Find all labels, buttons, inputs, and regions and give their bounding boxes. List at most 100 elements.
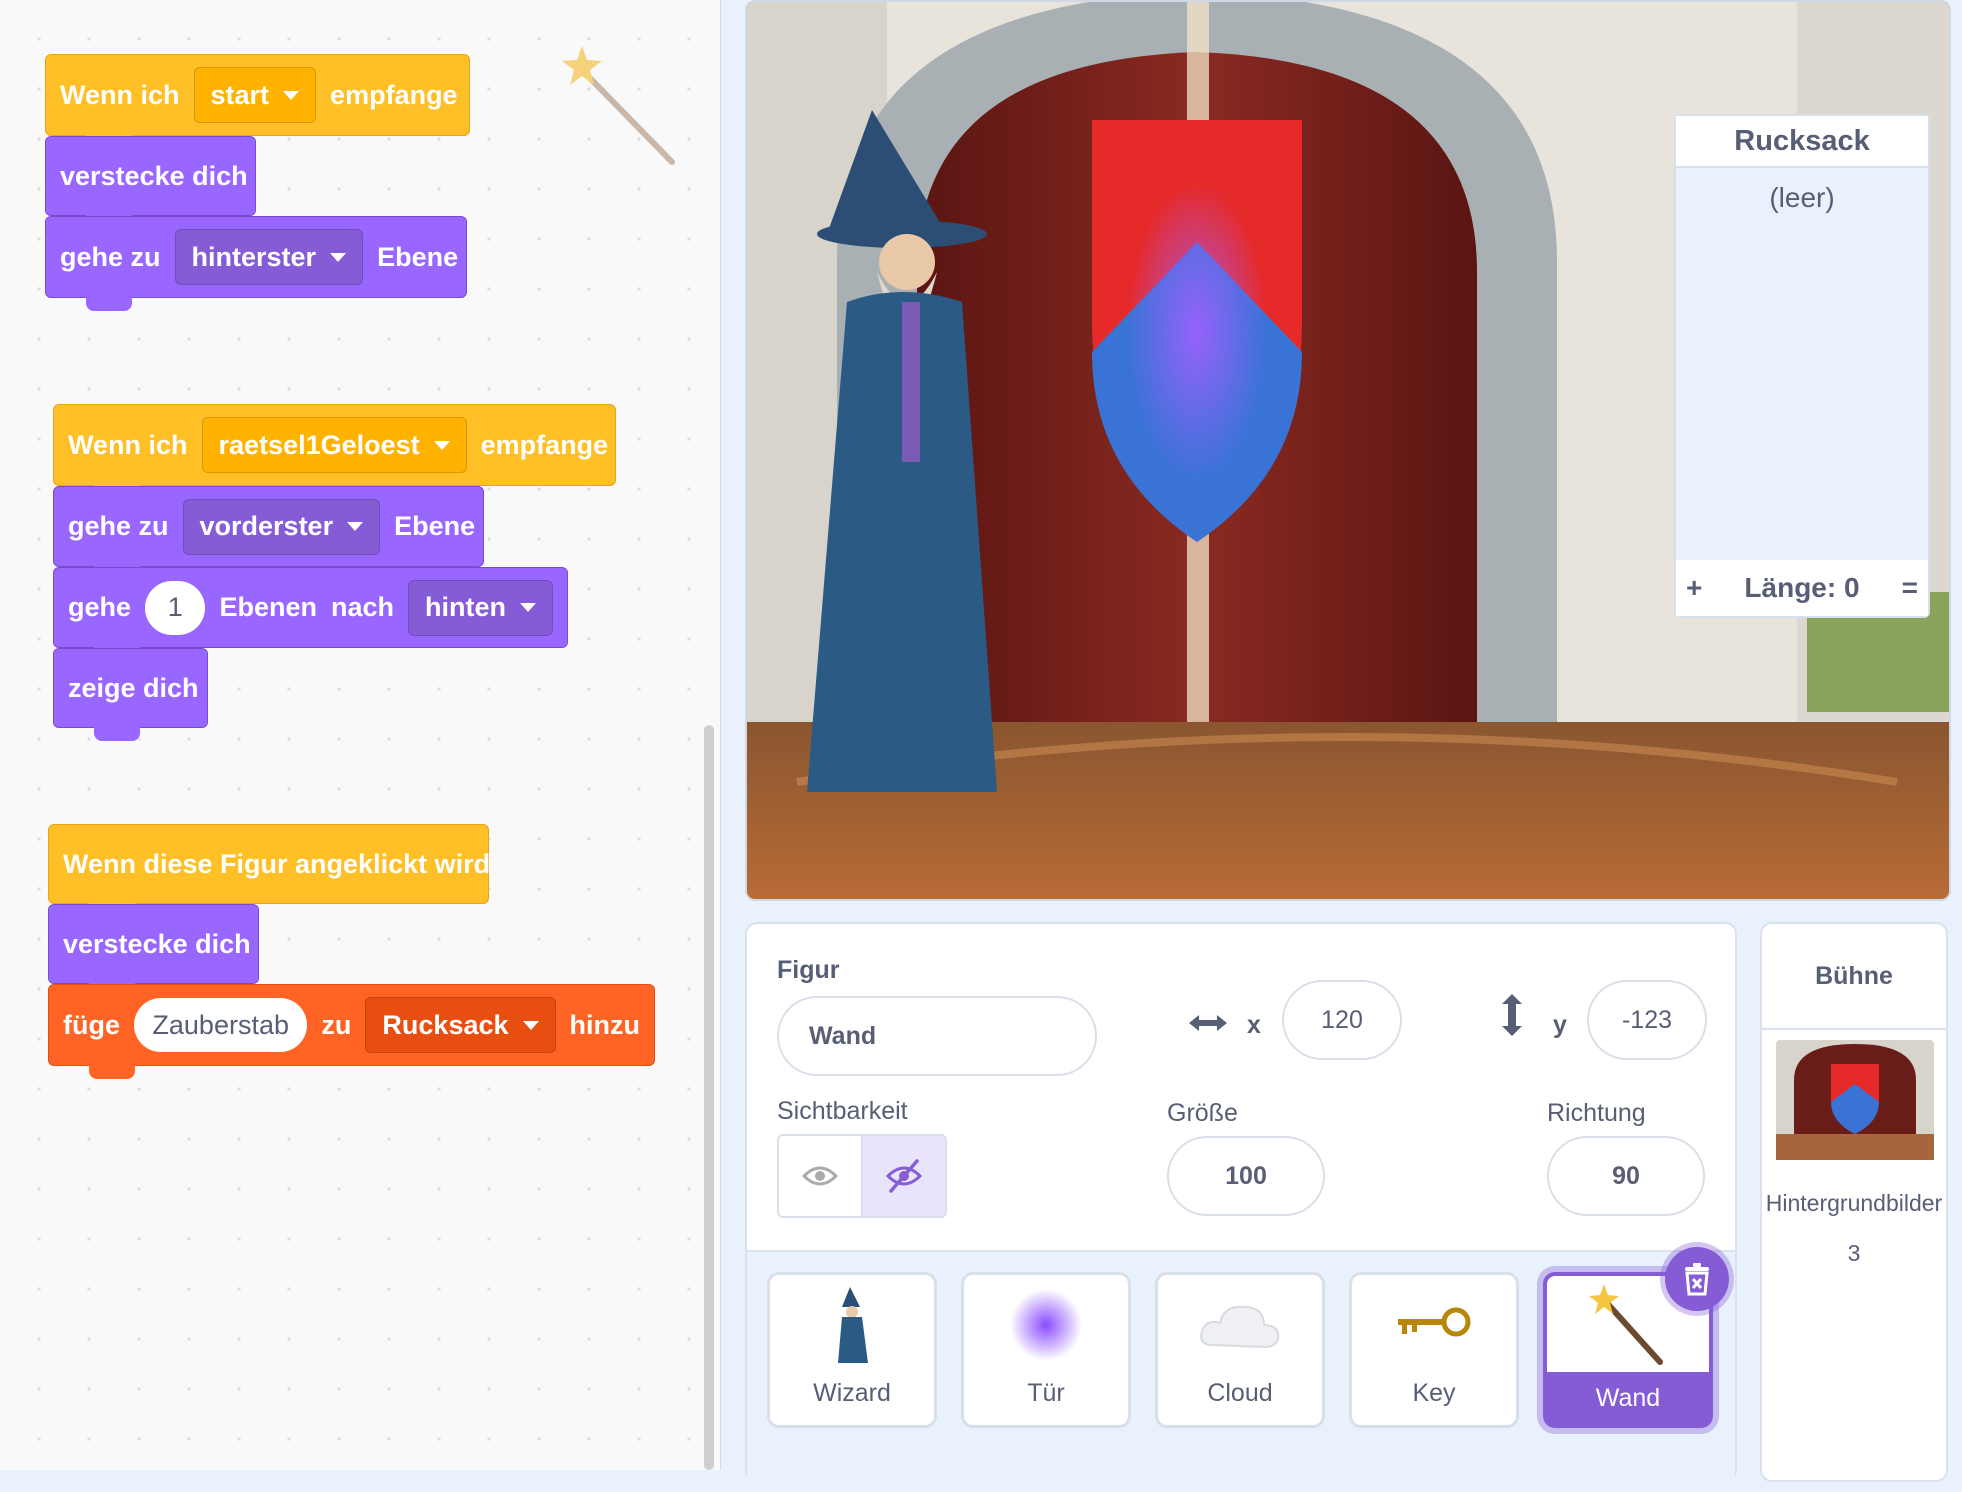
x-value: 120 bbox=[1321, 1005, 1363, 1034]
y-input[interactable]: -123 bbox=[1587, 980, 1707, 1060]
go-to-layer-block[interactable]: gehe zu vorderster Ebene bbox=[53, 486, 484, 580]
block-text: verstecke dich bbox=[60, 160, 248, 191]
glow-icon bbox=[1010, 1289, 1082, 1361]
code-scrollbar[interactable] bbox=[704, 725, 714, 1470]
x-label: x bbox=[1247, 1011, 1261, 1039]
sprite-label: Figur bbox=[777, 956, 840, 984]
block-text: Ebene bbox=[394, 511, 476, 541]
delete-sprite-button[interactable] bbox=[1665, 1247, 1729, 1311]
stage-selector[interactable]: Bühne Hintergrundbilder 3 bbox=[1760, 922, 1948, 1482]
eye-icon bbox=[802, 1166, 838, 1186]
stage-title: Bühne bbox=[1762, 924, 1946, 1030]
block-text: Ebenen bbox=[219, 592, 317, 622]
go-to-layer-block[interactable]: gehe zu hinterster Ebene bbox=[45, 216, 467, 311]
resize-handle[interactable]: = bbox=[1902, 572, 1918, 604]
block-text: zu bbox=[321, 1009, 352, 1040]
size-value: 100 bbox=[1225, 1161, 1267, 1190]
sprite-tile-tuer[interactable]: Tür bbox=[961, 1272, 1131, 1428]
block-text: verstecke dich bbox=[63, 928, 251, 959]
sprite-tile-wizard[interactable]: Wizard bbox=[767, 1272, 937, 1428]
block-text: empfange bbox=[330, 79, 458, 110]
chevron-down-icon bbox=[433, 440, 450, 450]
direction-input[interactable]: 90 bbox=[1547, 1136, 1705, 1216]
dropdown-value: hinterster bbox=[191, 241, 317, 272]
direction-label: Richtung bbox=[1547, 1099, 1646, 1127]
block-text: gehe zu bbox=[68, 511, 169, 541]
sprite-name-input[interactable]: Wand bbox=[777, 996, 1097, 1076]
list-dropdown[interactable]: Rucksack bbox=[365, 997, 556, 1053]
message-dropdown[interactable]: start bbox=[193, 67, 317, 123]
sprite-info-pane: Figur Wand x 120 y -123 Sichtbarkeit Grö… bbox=[745, 922, 1737, 1492]
backdrop-thumbnail bbox=[1776, 1040, 1934, 1160]
sprite-wand-icon bbox=[562, 46, 675, 165]
show-sprite-button[interactable] bbox=[779, 1136, 861, 1216]
message-dropdown[interactable]: raetsel1Geloest bbox=[201, 417, 467, 473]
y-label: y bbox=[1553, 1011, 1567, 1039]
size-input[interactable]: 100 bbox=[1167, 1136, 1325, 1216]
sprite-list: Wizard Tür Cloud Key Wand bbox=[747, 1250, 1735, 1492]
hide-sprite-button[interactable] bbox=[861, 1136, 945, 1216]
sprite-tile-label: Wizard bbox=[813, 1379, 891, 1407]
cloud-icon bbox=[1200, 1305, 1280, 1349]
list-footer: + Länge: 0 = bbox=[1676, 560, 1928, 616]
block-text: Wenn ich bbox=[68, 429, 188, 460]
direction-value: 90 bbox=[1612, 1161, 1640, 1190]
key-icon bbox=[1398, 1307, 1471, 1337]
item-text-input[interactable]: Zauberstab bbox=[134, 998, 308, 1052]
hide-block[interactable]: verstecke dich bbox=[48, 904, 259, 997]
show-block[interactable]: zeige dich bbox=[53, 648, 208, 741]
sprite-tile-label: Wand bbox=[1547, 1372, 1709, 1424]
sprite-tile-label: Cloud bbox=[1207, 1379, 1273, 1407]
visibility-toggle bbox=[777, 1134, 947, 1218]
block-text: Wenn diese Figur angeklickt wird bbox=[63, 848, 491, 879]
go-layers-block[interactable]: gehe 1 Ebenen nach hinten bbox=[53, 567, 568, 661]
dropdown-value: vorderster bbox=[199, 511, 334, 541]
chevron-down-icon bbox=[330, 252, 347, 262]
sprite-tile-cloud[interactable]: Cloud bbox=[1155, 1272, 1325, 1428]
block-text: hinzu bbox=[569, 1009, 640, 1040]
dropdown-value: hinten bbox=[425, 592, 506, 622]
layer-dropdown[interactable]: hinterster bbox=[174, 229, 364, 285]
backpack-empty-text: (leer) bbox=[1769, 182, 1835, 213]
size-label: Größe bbox=[1167, 1099, 1238, 1127]
horizontal-arrows-icon bbox=[1189, 1015, 1227, 1031]
when-i-receive-hat-block[interactable]: Wenn ich raetsel1Geloest empfange bbox=[53, 377, 616, 499]
backpack-panel: Rucksack (leer) + Länge: 0 = bbox=[1674, 114, 1930, 618]
add-to-list-block[interactable]: füge Zauberstab zu Rucksack hinzu bbox=[48, 984, 655, 1079]
add-item-button[interactable]: + bbox=[1686, 572, 1702, 604]
block-text: nach bbox=[330, 592, 394, 622]
sprite-tile-label: Tür bbox=[1027, 1379, 1065, 1407]
sprite-tile-label: Key bbox=[1412, 1379, 1456, 1407]
block-text: füge bbox=[63, 1009, 120, 1040]
dropdown-value: Rucksack bbox=[382, 1009, 509, 1040]
backdrops-label: Hintergrundbilder bbox=[1765, 1190, 1943, 1216]
layers-number-input[interactable]: 1 bbox=[145, 580, 206, 635]
visibility-label: Sichtbarkeit bbox=[777, 1097, 908, 1125]
code-area[interactable]: Wenn ich start empfange verstecke dich g… bbox=[0, 0, 721, 1470]
block-text: gehe zu bbox=[60, 241, 161, 272]
chevron-down-icon bbox=[522, 1020, 539, 1030]
direction-dropdown[interactable]: hinten bbox=[408, 579, 553, 636]
layer-dropdown[interactable]: vorderster bbox=[182, 498, 381, 555]
block-text: empfange bbox=[480, 429, 609, 460]
wand-icon bbox=[1589, 1284, 1663, 1365]
when-sprite-clicked-hat-block[interactable]: Wenn diese Figur angeklickt wird bbox=[48, 797, 491, 917]
block-text: zeige dich bbox=[68, 672, 199, 703]
vertical-arrows-icon bbox=[1502, 994, 1522, 1036]
backpack-title: Rucksack bbox=[1676, 116, 1928, 168]
y-value: -123 bbox=[1621, 1005, 1673, 1034]
eye-slash-icon bbox=[885, 1159, 923, 1193]
wizard-icon bbox=[838, 1287, 868, 1363]
chevron-down-icon bbox=[283, 90, 300, 100]
hide-block[interactable]: verstecke dich bbox=[45, 136, 256, 229]
chevron-down-icon bbox=[347, 522, 364, 531]
sprite-tile-key[interactable]: Key bbox=[1349, 1272, 1519, 1428]
backdrops-count: 3 bbox=[1847, 1240, 1861, 1266]
block-text: gehe bbox=[68, 592, 132, 622]
chevron-down-icon bbox=[520, 603, 536, 612]
list-length: Länge: 0 bbox=[1744, 572, 1860, 603]
when-i-receive-hat-block[interactable]: Wenn ich start empfange bbox=[45, 27, 470, 149]
trash-icon bbox=[1685, 1263, 1709, 1296]
x-input[interactable]: 120 bbox=[1282, 980, 1402, 1060]
dropdown-value: start bbox=[210, 79, 270, 110]
